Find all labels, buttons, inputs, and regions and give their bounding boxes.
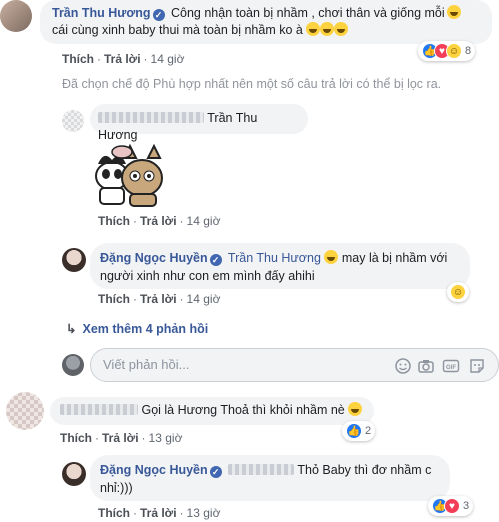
reply-input[interactable]: [103, 357, 273, 372]
comment-text: Gọi là Hương Thoả thì khỏi nhầm nè: [141, 403, 345, 417]
comment-bubble: Trần Thu Hương ✓ Công nhận toàn bị nhầm ,…: [40, 0, 492, 44]
reaction-count: 8: [465, 45, 472, 57]
laughing-emoji-icon: [320, 22, 335, 36]
reply-link[interactable]: Trả lời: [104, 52, 141, 66]
reply-text-line2: người xinh như con em mình đấy ahihi: [100, 269, 315, 283]
filter-notice: Đã chọn chế độ Phù hợp nhất nên một số c…: [62, 77, 442, 91]
verified-icon: ✓: [209, 466, 222, 478]
reply-link[interactable]: Trả lời: [140, 292, 177, 306]
more-replies-link[interactable]: ↳ Xem thêm 4 phản hồi: [66, 321, 208, 336]
like-link[interactable]: Thích: [98, 506, 130, 520]
like-reaction-icon: 👍: [346, 423, 362, 439]
reaction-count: 2: [365, 425, 372, 437]
reaction-summary[interactable]: 👍 ♥ 3: [428, 496, 474, 516]
gif-icon[interactable]: GIF: [442, 357, 460, 375]
timestamp[interactable]: 14 giờ: [151, 52, 185, 66]
timestamp[interactable]: 14 giờ: [187, 214, 221, 228]
verified-icon: ✓: [209, 254, 222, 266]
mention-tag[interactable]: Trần Thu Hương: [228, 251, 321, 265]
reply-bubble: Đặng Ngọc Huyền ✓ Thỏ Baby thì đơ nhầm c …: [90, 455, 450, 501]
sticker-icon[interactable]: [468, 357, 486, 375]
reply-link[interactable]: Trả lời: [140, 214, 177, 228]
avatar: [62, 354, 84, 376]
avatar[interactable]: [0, 0, 32, 32]
like-link[interactable]: Thích: [98, 292, 130, 306]
smiley-icon[interactable]: [394, 357, 412, 375]
like-link[interactable]: Thích: [62, 52, 94, 66]
comment-bubble: Gọi là Hương Thoả thì khỏi nhầm nè: [50, 397, 374, 425]
reply-link[interactable]: Trả lời: [102, 431, 139, 445]
haha-reaction-icon: ☺: [450, 284, 466, 300]
reaction-summary[interactable]: 👍 ♥ ☺ 8: [418, 41, 476, 61]
more-replies-label: Xem thêm 4 phản hồi: [82, 322, 209, 336]
reply-author[interactable]: Đặng Ngọc Huyền: [100, 463, 208, 477]
comment-text-line1: Công nhận toàn bị nhầm , chơi thân và gi…: [170, 6, 445, 20]
comment-actions: Thích · Trả lời · 14 giờ: [62, 52, 185, 66]
reply-actions: Thích · Trả lời · 14 giờ: [98, 214, 221, 228]
reaction-count: 3: [463, 500, 470, 512]
blurred-name: [60, 404, 138, 415]
laughing-emoji-icon: [334, 22, 349, 36]
reply-bubble: Trần Thu Hương: [90, 104, 308, 142]
like-link[interactable]: Thích: [60, 431, 92, 445]
reply-composer[interactable]: GIF: [90, 348, 499, 382]
comment-author[interactable]: Trần Thu Hương: [52, 6, 151, 20]
sticker-image[interactable]: [90, 138, 170, 208]
laughing-emoji-icon: [306, 22, 321, 36]
reply-text-line2: nhỉ:))): [100, 481, 133, 495]
grinning-emoji-icon: [348, 402, 363, 416]
reply-text-line1: Thỏ Baby thì đơ nhầm c: [297, 463, 432, 477]
haha-emoji-icon: [446, 5, 461, 19]
reply-actions: Thích · Trả lời · 14 giờ: [98, 292, 221, 306]
like-link[interactable]: Thích: [98, 214, 130, 228]
haha-reaction-icon: ☺: [446, 43, 462, 59]
reply-arrow-icon: ↳: [66, 322, 77, 336]
blurred-name: [98, 112, 204, 123]
reply-link[interactable]: Trả lời: [140, 506, 177, 520]
verified-icon: ✓: [152, 9, 165, 21]
svg-text:GIF: GIF: [446, 365, 456, 371]
reaction-summary[interactable]: 👍 2: [342, 421, 376, 441]
reply-text-line1: may là bị nhầm với: [341, 251, 448, 265]
comment-actions: Thích · Trả lời · 13 giờ: [60, 431, 183, 445]
avatar[interactable]: [62, 248, 86, 272]
timestamp[interactable]: 14 giờ: [187, 292, 221, 306]
camera-icon[interactable]: [417, 357, 435, 375]
grinning-emoji-icon: [324, 250, 339, 264]
timestamp[interactable]: 13 giờ: [187, 506, 221, 520]
reply-author[interactable]: Đặng Ngọc Huyền: [100, 251, 208, 265]
reaction-summary[interactable]: ☺: [447, 282, 469, 302]
love-reaction-icon: ♥: [444, 498, 460, 514]
avatar[interactable]: [6, 392, 44, 430]
comment-text-line2: cái cùng xinh baby thui mà toàn bị nhầm …: [52, 23, 303, 37]
avatar[interactable]: [62, 110, 84, 132]
reply-actions: Thích · Trả lời · 13 giờ: [98, 506, 221, 520]
reply-bubble: Đặng Ngọc Huyền ✓ Trần Thu Hương may là b…: [90, 243, 470, 289]
avatar[interactable]: [62, 462, 86, 486]
timestamp[interactable]: 13 giờ: [149, 431, 183, 445]
blurred-name: [228, 464, 295, 475]
